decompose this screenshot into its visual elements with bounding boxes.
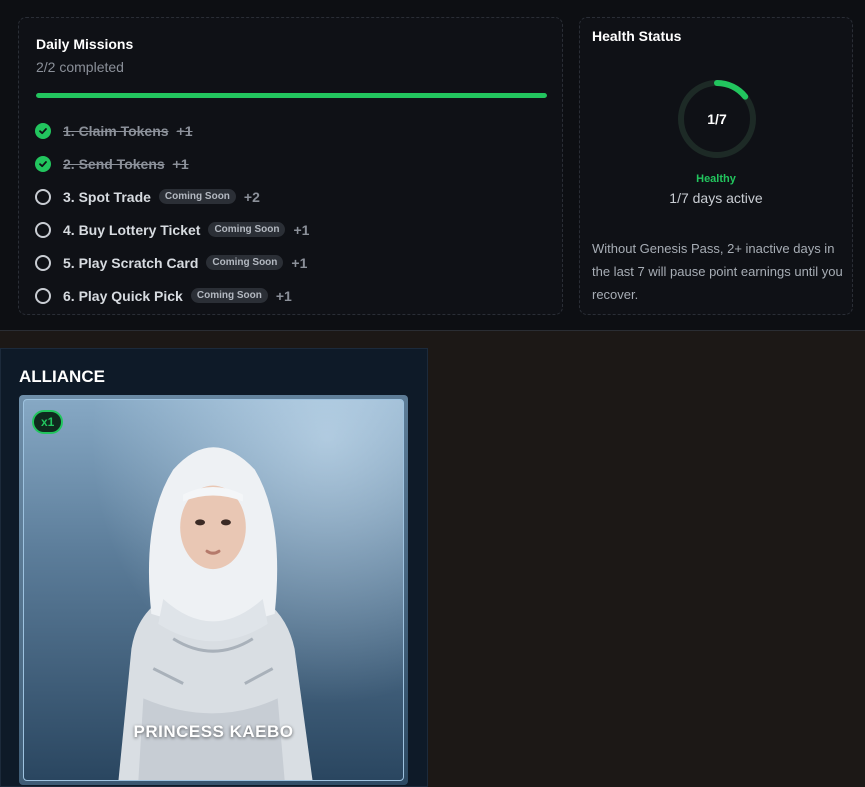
check-circle-icon [35, 122, 51, 139]
empty-circle-icon [35, 221, 51, 238]
mission-points: +1 [291, 254, 308, 271]
mission-points: +1 [293, 221, 310, 238]
mission-points: +1 [275, 287, 292, 304]
mission-item[interactable]: 3. Spot Trade Coming Soon +2 [35, 180, 555, 213]
coming-soon-badge: Coming Soon [190, 288, 268, 303]
mission-label: 4. Buy Lottery Ticket [63, 221, 201, 238]
mission-label: 1. Claim Tokens [63, 122, 169, 139]
mission-points: +1 [176, 122, 193, 139]
alliance-panel: ALLIANCE x1 PRINCESS KAEBO [0, 348, 428, 787]
coming-soon-badge: Coming Soon [208, 222, 286, 237]
character-card-art: x1 PRINCESS KAEBO [23, 399, 404, 781]
mission-list: 1. Claim Tokens +1 2. Send Tokens +1 3. Spot… [35, 114, 555, 312]
coming-soon-badge: Coming Soon [158, 189, 236, 204]
empty-circle-icon [35, 287, 51, 304]
mission-label: 3. Spot Trade [63, 188, 151, 205]
alliance-title: ALLIANCE [19, 367, 105, 386]
missions-title: Daily Missions [36, 36, 134, 52]
check-circle-icon [35, 155, 51, 172]
character-card[interactable]: x1 PRINCESS KAEBO [19, 395, 408, 785]
mission-label: 6. Play Quick Pick [63, 287, 183, 304]
missions-progress-text: 2/2 completed [36, 59, 124, 75]
missions-progress-fill [36, 93, 547, 98]
daily-missions-card: Daily Missions 2/2 completed 1. Claim To… [18, 17, 563, 315]
health-state: Healthy [696, 173, 736, 185]
empty-circle-icon [35, 254, 51, 271]
empty-circle-icon [35, 188, 51, 205]
health-status-card: Health Status 1/7 Healthy 1/7 days activ… [579, 17, 853, 315]
mission-points: +1 [172, 155, 189, 172]
mission-item[interactable]: 2. Send Tokens +1 [35, 147, 555, 180]
top-section: Daily Missions 2/2 completed 1. Claim To… [0, 0, 865, 331]
mission-item[interactable]: 1. Claim Tokens +1 [35, 114, 555, 147]
character-name: PRINCESS KAEBO [133, 722, 294, 741]
health-ring-label: 1/7 [707, 111, 727, 127]
mission-label: 2. Send Tokens [63, 155, 165, 172]
mission-label: 5. Play Scratch Card [63, 254, 199, 271]
coming-soon-badge: Coming Soon [206, 255, 284, 270]
mission-points: +2 [243, 188, 260, 205]
missions-progress-bar [36, 93, 547, 98]
mission-item[interactable]: 5. Play Scratch Card Coming Soon +1 [35, 246, 555, 279]
health-title: Health Status [592, 28, 682, 44]
mission-item[interactable]: 6. Play Quick Pick Coming Soon +1 [35, 279, 555, 312]
multiplier-badge: x1 [32, 410, 64, 434]
health-note: Without Genesis Pass, 2+ inactive days i… [592, 241, 843, 302]
health-days-active: 1/7 days active [669, 190, 763, 206]
mission-item[interactable]: 4. Buy Lottery Ticket Coming Soon +1 [35, 213, 555, 246]
